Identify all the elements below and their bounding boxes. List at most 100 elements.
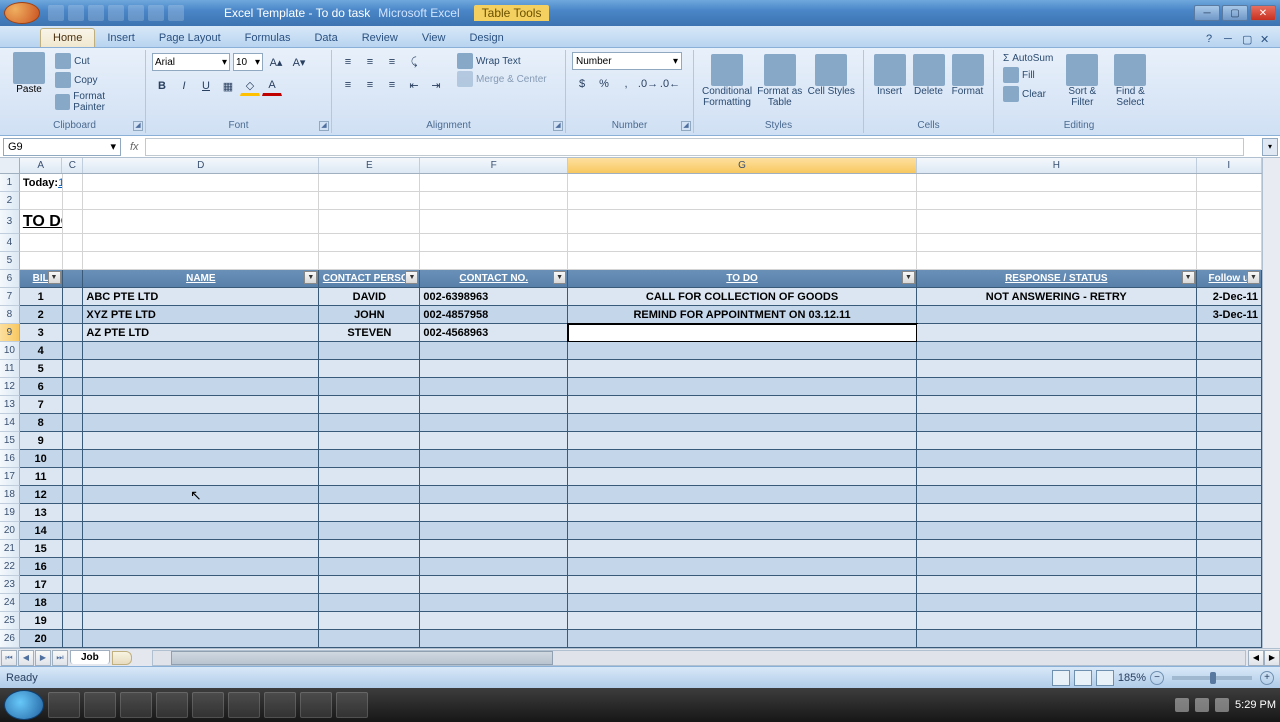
cell[interactable] <box>1197 612 1262 630</box>
cell[interactable]: 4 <box>20 342 63 360</box>
cell[interactable]: 13 <box>20 504 63 522</box>
cell[interactable]: 002-4857958 <box>420 306 568 324</box>
cell[interactable]: 10 <box>20 450 63 468</box>
cell[interactable]: STEVEN <box>319 324 420 342</box>
taskbar-app5-icon[interactable] <box>300 692 332 718</box>
align-right-button[interactable]: ≡ <box>382 75 402 95</box>
cell[interactable] <box>420 522 568 540</box>
tab-page-layout[interactable]: Page Layout <box>147 29 233 47</box>
cell[interactable] <box>420 576 568 594</box>
next-sheet-button[interactable]: ▶ <box>35 650 51 666</box>
cell[interactable] <box>1197 558 1262 576</box>
cell[interactable] <box>568 630 917 648</box>
cell[interactable] <box>917 174 1197 192</box>
cell[interactable] <box>63 594 84 612</box>
new-sheet-button[interactable] <box>112 651 132 665</box>
cell[interactable] <box>1197 594 1262 612</box>
tray-network-icon[interactable] <box>1195 698 1209 712</box>
cell[interactable] <box>83 342 319 360</box>
cell[interactable]: AZ PTE LTD <box>83 324 319 342</box>
font-color-button[interactable]: A <box>262 76 282 96</box>
cell[interactable] <box>20 252 63 270</box>
formula-input[interactable] <box>145 138 1244 156</box>
row-header[interactable]: 3 <box>0 210 20 234</box>
cell[interactable] <box>1197 540 1262 558</box>
font-dialog-icon[interactable]: ◢ <box>319 121 329 131</box>
cell[interactable]: 16 <box>20 558 63 576</box>
cell[interactable]: DAVID <box>319 288 420 306</box>
cell[interactable] <box>83 396 319 414</box>
cell[interactable] <box>1197 378 1262 396</box>
cell[interactable] <box>1197 174 1262 192</box>
row-header[interactable]: 1 <box>0 174 20 192</box>
cell[interactable]: ABC PTE LTD <box>83 288 319 306</box>
window-close-icon[interactable]: ✕ <box>1260 33 1274 47</box>
minimize-button[interactable]: ─ <box>1194 5 1220 21</box>
filter-dropdown-icon[interactable]: ▼ <box>1247 271 1260 284</box>
office-button[interactable] <box>4 2 40 24</box>
column-header-E[interactable]: E <box>319 158 420 173</box>
format-cells-button[interactable]: Format <box>948 52 987 99</box>
accounting-format-button[interactable]: $ <box>572 74 592 94</box>
cell[interactable]: 9 <box>20 432 63 450</box>
cell[interactable] <box>319 612 420 630</box>
cell[interactable] <box>63 486 84 504</box>
cell[interactable] <box>1197 522 1262 540</box>
taskbar-ie-icon[interactable] <box>48 692 80 718</box>
fill-button[interactable]: Fill <box>1000 66 1056 84</box>
cell[interactable] <box>319 252 420 270</box>
cell[interactable] <box>917 342 1197 360</box>
cell[interactable] <box>420 468 568 486</box>
cell[interactable] <box>1197 192 1262 210</box>
cell[interactable] <box>917 594 1197 612</box>
cell[interactable] <box>83 468 319 486</box>
cell[interactable] <box>420 612 568 630</box>
cell[interactable] <box>420 342 568 360</box>
merge-center-button[interactable]: Merge & Center <box>454 70 550 88</box>
qat-open-icon[interactable] <box>128 5 144 21</box>
qat-save-icon[interactable] <box>48 5 64 21</box>
cell[interactable] <box>917 630 1197 648</box>
row-header[interactable]: 9 <box>0 324 20 342</box>
cell[interactable] <box>1197 360 1262 378</box>
cell[interactable] <box>420 540 568 558</box>
cell[interactable] <box>63 558 84 576</box>
cell[interactable] <box>420 210 568 234</box>
cell[interactable] <box>63 252 84 270</box>
find-select-button[interactable]: Find & Select <box>1108 52 1152 110</box>
cell[interactable]: NOT ANSWERING - RETRY <box>917 288 1197 306</box>
cell[interactable] <box>1197 324 1262 342</box>
row-header[interactable]: 22 <box>0 558 20 576</box>
shrink-font-button[interactable]: A▾ <box>289 52 309 72</box>
column-header-A[interactable]: A <box>20 158 63 173</box>
cell[interactable] <box>319 174 420 192</box>
taskbar-app2-icon[interactable] <box>192 692 224 718</box>
cell[interactable] <box>1197 630 1262 648</box>
italic-button[interactable]: I <box>174 76 194 96</box>
cell[interactable] <box>319 396 420 414</box>
cell[interactable] <box>420 432 568 450</box>
cell[interactable] <box>917 558 1197 576</box>
cell[interactable]: 17 <box>20 576 63 594</box>
cut-button[interactable]: Cut <box>52 52 139 70</box>
cell[interactable] <box>917 612 1197 630</box>
cell[interactable] <box>420 414 568 432</box>
row-header[interactable]: 20 <box>0 522 20 540</box>
cell[interactable] <box>63 306 84 324</box>
align-middle-button[interactable]: ≡ <box>360 52 380 72</box>
cell[interactable] <box>568 396 917 414</box>
cell[interactable] <box>568 360 917 378</box>
cell[interactable] <box>63 234 84 252</box>
cell[interactable]: NAME▼ <box>83 270 319 288</box>
decrease-decimal-button[interactable]: .0← <box>660 74 680 94</box>
cell[interactable] <box>63 288 84 306</box>
cell[interactable] <box>319 414 420 432</box>
column-header-I[interactable]: I <box>1197 158 1262 173</box>
row-header[interactable]: 17 <box>0 468 20 486</box>
cell[interactable] <box>83 174 319 192</box>
cell[interactable] <box>1197 252 1262 270</box>
format-as-table-button[interactable]: Format as Table <box>754 52 805 110</box>
cell[interactable] <box>568 192 917 210</box>
taskbar-app1-icon[interactable] <box>156 692 188 718</box>
tab-review[interactable]: Review <box>350 29 410 47</box>
